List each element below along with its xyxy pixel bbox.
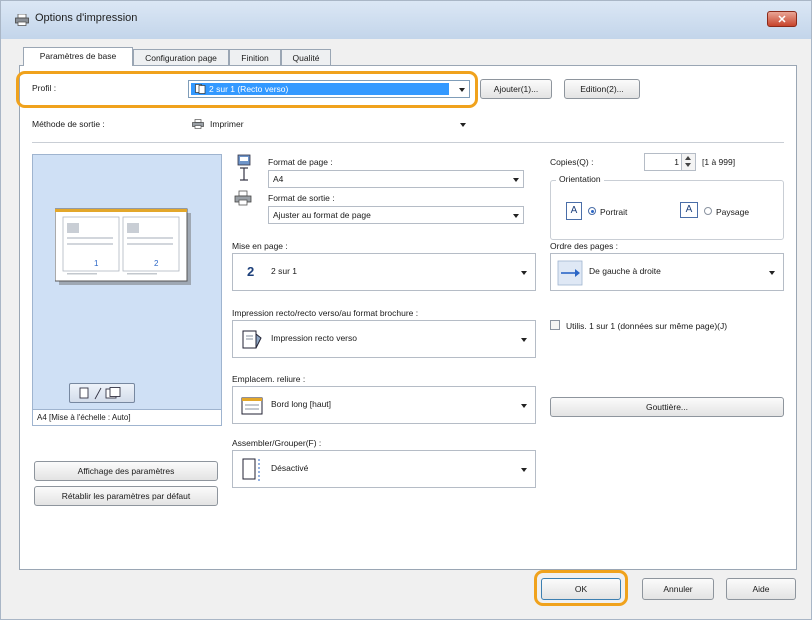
settings-panel: Profil : 2 sur 1 (Recto verso) Ajouter(1… — [16, 65, 797, 570]
portrait-radio[interactable] — [588, 207, 596, 215]
two-pages-icon: 2 — [247, 264, 255, 279]
restore-defaults-button[interactable]: Rétablir les paramètres par défaut — [34, 486, 218, 506]
page-order-dropdown[interactable]: De gauche à droite — [550, 253, 784, 291]
profile-label: Profil : — [32, 83, 57, 93]
output-size-dropdown[interactable]: Ajuster au format de page — [268, 206, 524, 224]
copies-input[interactable]: 1 — [644, 153, 696, 171]
chevron-down-icon — [521, 338, 527, 342]
page-size-value: A4 — [273, 174, 284, 184]
page-size-icon — [237, 154, 251, 181]
page-order-label: Ordre des pages : — [550, 241, 619, 251]
landscape-radio[interactable] — [704, 207, 712, 215]
output-method-dropdown[interactable]: Imprimer — [188, 116, 470, 134]
tab-page-setup[interactable]: Configuration page — [133, 49, 229, 66]
printer-icon — [15, 14, 29, 26]
copies-spinner[interactable] — [681, 154, 695, 170]
tab-label: Qualité — [292, 53, 320, 63]
close-icon: ✕ — [777, 14, 787, 26]
chevron-down-icon — [521, 468, 527, 472]
collate-label: Assembler/Grouper(F) : — [232, 438, 322, 448]
output-method-label: Méthode de sortie : — [32, 119, 105, 129]
chevron-down-icon — [513, 214, 519, 218]
preview-page-2: 2 — [154, 259, 159, 268]
copies-label: Copies(Q) : — [550, 157, 594, 167]
spin-up-icon — [685, 156, 691, 160]
gutter-button[interactable]: Gouttière... — [550, 397, 784, 417]
printer-icon — [192, 119, 204, 129]
preview-pane: 1 2 — [32, 154, 222, 410]
duplex-dropdown[interactable]: Impression recto verso — [232, 320, 536, 358]
separator — [32, 142, 784, 143]
duplex-icon — [242, 330, 262, 349]
print-options-window: Options d'impression ✕ Paramètres de bas… — [0, 0, 812, 620]
title-bar: Options d'impression ✕ — [1, 1, 811, 39]
binding-dropdown[interactable]: Bord long [haut] — [232, 386, 536, 424]
tab-quality[interactable]: Qualité — [281, 49, 331, 66]
page-order-value: De gauche à droite — [589, 266, 661, 276]
output-size-icon — [234, 190, 252, 206]
chevron-down-icon — [460, 123, 466, 127]
page-size-dropdown[interactable]: A4 — [268, 170, 524, 188]
portrait-label: Portrait — [600, 207, 628, 217]
output-size-label: Format de sortie : — [268, 193, 335, 203]
preview-caption: A4 [Mise à l'échelle : Auto] — [37, 413, 131, 422]
layout-value: 2 sur 1 — [271, 266, 297, 276]
preview-page-1: 1 — [94, 259, 99, 268]
landscape-icon: A — [680, 202, 698, 218]
collate-off-icon — [242, 458, 260, 481]
output-method-value: Imprimer — [210, 119, 244, 129]
close-button[interactable]: ✕ — [767, 11, 797, 27]
duplex-value: Impression recto verso — [271, 333, 357, 343]
chevron-down-icon — [521, 404, 527, 408]
orientation-label: Orientation — [556, 174, 604, 184]
preview-toggle-button[interactable] — [69, 383, 135, 403]
tab-label: Configuration page — [145, 53, 217, 63]
help-button[interactable]: Aide — [726, 578, 796, 600]
landscape-label: Paysage — [716, 207, 750, 217]
profile-dropdown[interactable]: 2 sur 1 (Recto verso) — [188, 80, 470, 98]
copies-value: 1 — [674, 157, 679, 167]
tab-label: Finition — [241, 53, 269, 63]
add-profile-button[interactable]: Ajouter(1)... — [480, 79, 552, 99]
profile-value: 2 sur 1 (Recto verso) — [209, 84, 289, 94]
chevron-down-icon — [459, 88, 465, 92]
window-title: Options d'impression — [35, 12, 138, 24]
tab-finishing[interactable]: Finition — [229, 49, 281, 66]
binding-long-edge-icon — [241, 397, 263, 415]
chevron-down-icon — [521, 271, 527, 275]
preview-caption-box: A4 [Mise à l'échelle : Auto] — [32, 410, 222, 426]
copies-range: [1 à 999] — [702, 157, 736, 167]
layout-label: Mise en page : — [232, 241, 288, 251]
radio-dot — [590, 209, 594, 213]
tab-basic-settings[interactable]: Paramètres de base — [23, 47, 133, 66]
ok-button[interactable]: OK — [541, 578, 621, 600]
preview-mode-icon — [79, 387, 121, 400]
duplex-profile-icon — [195, 84, 206, 94]
collate-value: Désactivé — [271, 463, 309, 473]
duplex-label: Impression recto/recto verso/au format b… — [232, 308, 419, 318]
layout-dropdown[interactable]: 2 2 sur 1 — [232, 253, 536, 291]
show-settings-button[interactable]: Affichage des paramètres — [34, 461, 218, 481]
output-size-value: Ajuster au format de page — [273, 210, 371, 220]
left-to-right-icon — [557, 260, 583, 286]
two-up-preview-image — [55, 208, 191, 285]
binding-value: Bord long [haut] — [271, 399, 332, 409]
use-1on1-checkbox[interactable] — [550, 320, 560, 330]
tab-label: Paramètres de base — [39, 51, 117, 61]
use-1on1-label: Utilis. 1 sur 1 (données sur même page)(… — [566, 321, 728, 331]
portrait-icon: A — [566, 202, 582, 220]
collate-dropdown[interactable]: Désactivé — [232, 450, 536, 488]
cancel-button[interactable]: Annuler — [642, 578, 714, 600]
edit-profile-button[interactable]: Edition(2)... — [564, 79, 640, 99]
binding-label: Emplacem. reliure : — [232, 374, 306, 384]
chevron-down-icon — [769, 271, 775, 275]
page-size-label: Format de page : — [268, 157, 333, 167]
chevron-down-icon — [513, 178, 519, 182]
spin-down-icon — [685, 163, 691, 167]
